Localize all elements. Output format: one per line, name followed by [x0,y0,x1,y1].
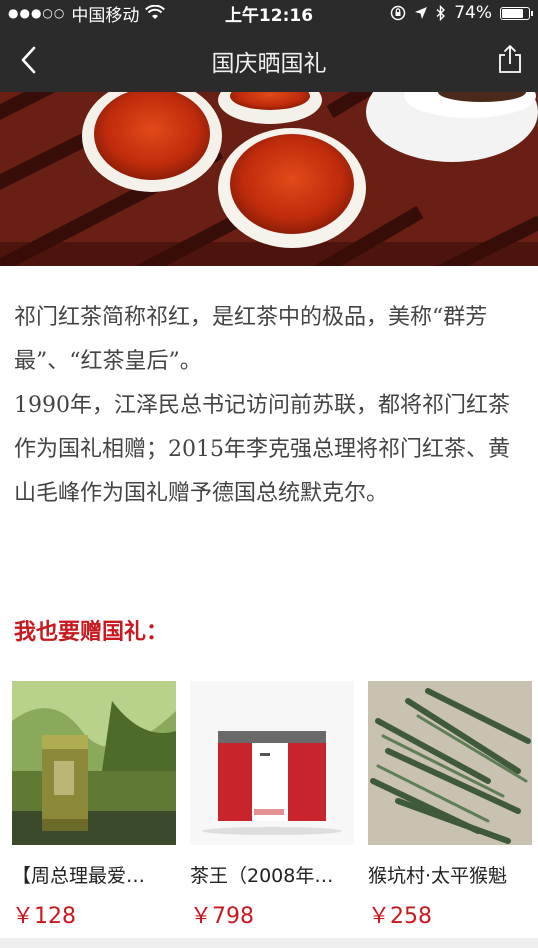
product-price: ￥798 [190,904,254,929]
share-icon[interactable] [496,44,524,74]
tea-leaves-image [368,681,532,845]
article-paragraph-2: 1990年，江泽民总书记访问前苏联，都将祁门红茶作为国礼相赠；2015年李克强总… [14,393,510,506]
status-right: 74% [390,3,533,23]
product-name[interactable]: 茶王（2008年… [190,861,352,888]
product-name[interactable]: 【周总理最爱… [12,861,174,888]
product-name[interactable]: 猴坑村·太平猴魁 [368,861,530,888]
product-card[interactable]: 【周总理最爱… ￥128 [12,681,176,930]
article-paragraph-1: 祁门红茶简称祁红，是红茶中的极品，美称“群芳最”、“红茶皇后”。 [14,305,488,374]
hero-image [0,92,538,266]
article-body: 祁门红茶简称祁红，是红茶中的极品，美称“群芳最”、“红茶皇后”。 1990年，江… [14,296,530,516]
section-title: 我也要赠国礼： [14,620,169,645]
location-icon [415,7,428,19]
bottom-divider [0,938,538,948]
battery-icon [500,6,533,20]
tea-cups-illustration [0,92,538,266]
product-price: ￥258 [368,904,432,929]
product-thumbnail[interactable] [368,681,532,845]
product-card[interactable]: 茶王（2008年… ￥798 [190,681,354,930]
page-title: 国庆晒国礼 [211,51,327,77]
battery-fill [502,8,523,18]
battery-percent: 74% [454,3,492,23]
rotation-lock-icon [390,5,406,21]
red-gift-box-image [190,681,354,845]
product-price: ￥128 [12,904,76,929]
product-list: 【周总理最爱… ￥128 茶王（2008年… ￥798 猴坑村·太平猴魁 ￥25… [12,681,532,930]
product-thumbnail[interactable] [12,681,176,845]
tea-tin-forest-image [12,681,176,845]
product-card[interactable]: 猴坑村·太平猴魁 ￥258 [368,681,532,930]
product-thumbnail[interactable] [190,681,354,845]
bluetooth-icon [436,5,446,21]
nav-bar: 国庆晒国礼 [0,26,538,92]
status-bar: ●●●○○ 中国移动 上午12:16 74% [0,0,538,26]
